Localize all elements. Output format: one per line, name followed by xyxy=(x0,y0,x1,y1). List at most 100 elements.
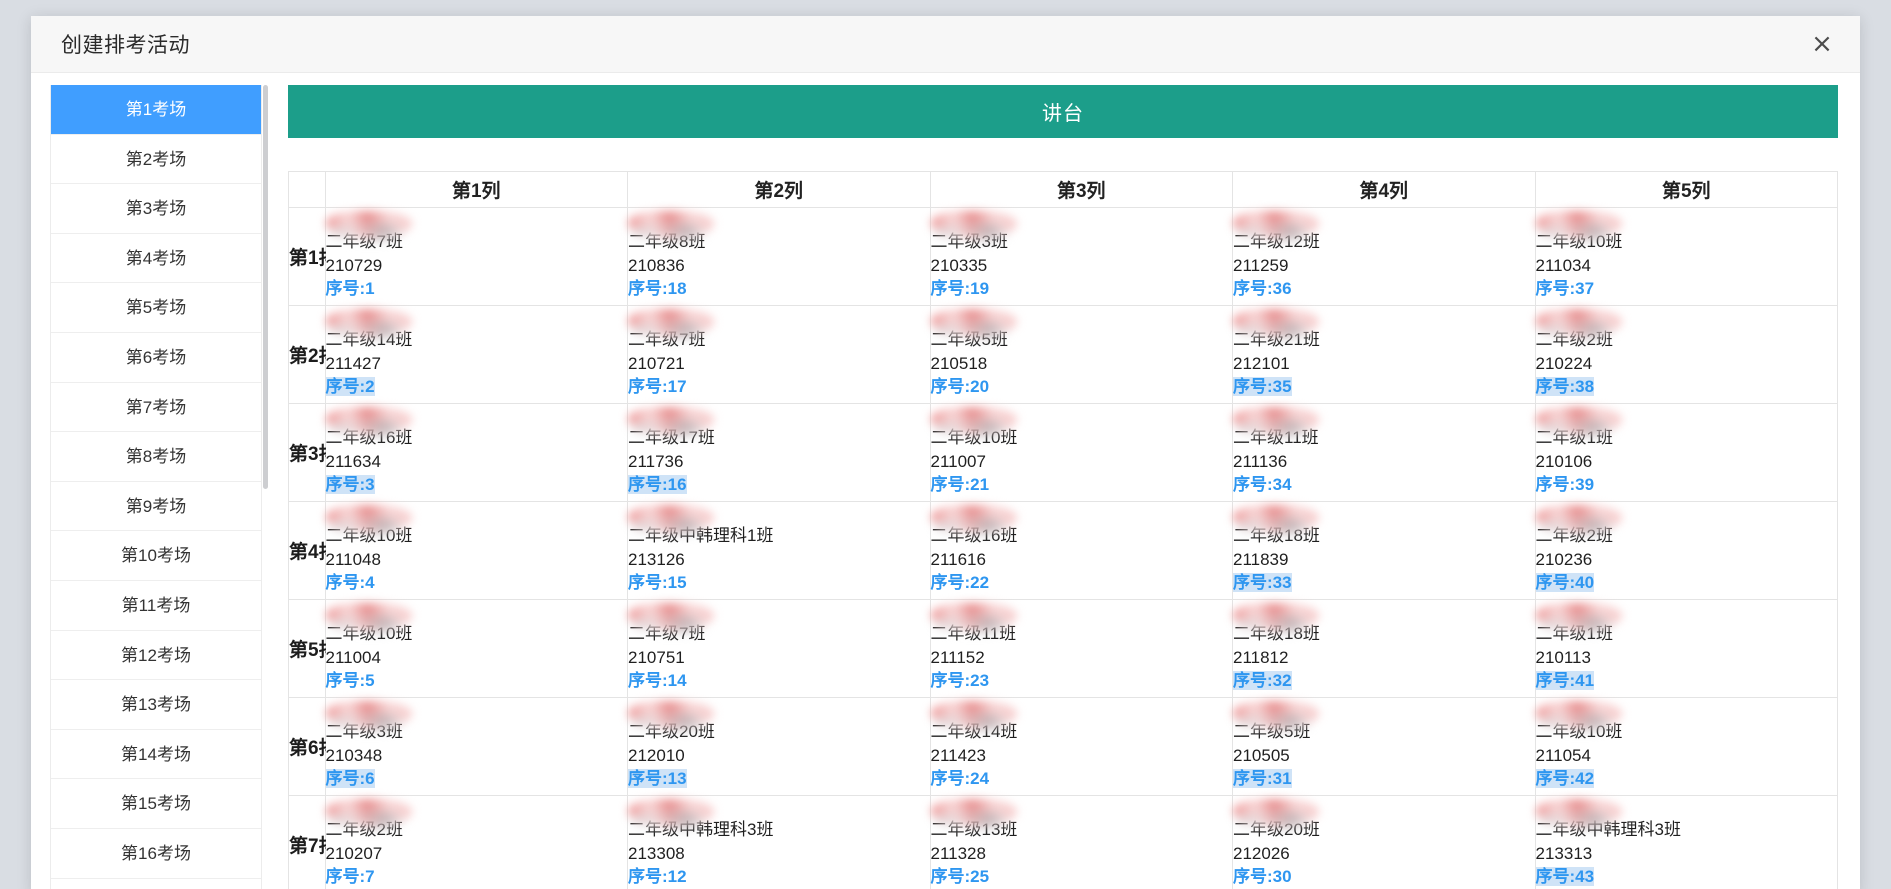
seat-cell-r1-c3[interactable]: 二年级3班 210335 序号:19 xyxy=(930,207,1233,306)
seat-info: 二年级17班 211736 序号:16 xyxy=(628,407,930,496)
sidebar-item-room-9[interactable]: 第9考场 xyxy=(51,481,261,532)
seat-cell-r4-c5[interactable]: 二年级2班 210236 序号:40 xyxy=(1535,501,1838,600)
seat-cell-r3-c5[interactable]: 二年级1班 210106 序号:39 xyxy=(1535,403,1838,502)
sidebar-item-room-14[interactable]: 第14考场 xyxy=(51,729,261,780)
seat-cell-r7-c5[interactable]: 二年级中韩理科3班 213313 序号:43 xyxy=(1535,795,1838,889)
student-name-redacted xyxy=(628,211,716,242)
seat-cell-r3-c2[interactable]: 二年级17班 211736 序号:16 xyxy=(627,403,931,502)
redaction-blur-secondary-icon xyxy=(1539,223,1614,242)
seat-cell-r7-c1[interactable]: 二年级2班 210207 序号:7 xyxy=(325,795,628,889)
redaction-blur-secondary-icon xyxy=(329,321,404,340)
sidebar-item-room-7[interactable]: 第7考场 xyxy=(51,382,261,433)
seat-cell-r5-c1[interactable]: 二年级10班 211004 序号:5 xyxy=(325,599,628,698)
seatmap-row: 第3排 二年级16班 211634 序号:3 二年级17班 211736 序号:16 二年级1… xyxy=(289,403,1838,502)
seat-info: 二年级5班 210505 序号:31 xyxy=(1233,701,1535,790)
student-id: 211812 xyxy=(1233,647,1289,667)
seat-cell-r5-c4[interactable]: 二年级18班 211812 序号:32 xyxy=(1232,599,1536,698)
seat-cell-r5-c3[interactable]: 二年级11班 211152 序号:23 xyxy=(930,599,1233,698)
sidebar-item-room-2[interactable]: 第2考场 xyxy=(51,134,261,185)
sidebar-item-room-10[interactable]: 第10考场 xyxy=(51,531,261,581)
redaction-blur-secondary-icon xyxy=(934,223,1009,242)
sidebar-scrollbar-thumb[interactable] xyxy=(263,85,268,489)
seat-cell-r1-c4[interactable]: 二年级12班 211259 序号:36 xyxy=(1232,207,1536,306)
seat-cell-r3-c4[interactable]: 二年级11班 211136 序号:34 xyxy=(1232,403,1536,502)
sidebar-item-room-11[interactable]: 第11考场 xyxy=(51,580,261,631)
seat-cell-r6-c3[interactable]: 二年级14班 211423 序号:24 xyxy=(930,697,1233,796)
student-name-redacted xyxy=(930,603,1019,634)
redaction-blur-secondary-icon xyxy=(632,713,706,732)
seat-cell-r4-c3[interactable]: 二年级16班 211616 序号:22 xyxy=(930,501,1233,600)
seat-info: 二年级10班 211054 序号:42 xyxy=(1535,701,1838,790)
student-seq-number: 序号:17 xyxy=(628,377,687,397)
seat-info: 二年级7班 210729 序号:1 xyxy=(325,211,628,300)
seat-info: 二年级16班 211634 序号:3 xyxy=(325,407,628,496)
seat-cell-r4-c1[interactable]: 二年级10班 211048 序号:4 xyxy=(325,501,628,600)
student-id: 211328 xyxy=(930,843,986,863)
student-seq-number: 序号:39 xyxy=(1535,475,1595,495)
seat-cell-r7-c3[interactable]: 二年级13班 211328 序号:25 xyxy=(930,795,1233,889)
student-id: 210207 xyxy=(325,843,383,863)
seat-cell-r2-c2[interactable]: 二年级7班 210721 序号:17 xyxy=(627,305,931,404)
seat-cell-r2-c1[interactable]: 二年级14班 211427 序号:2 xyxy=(325,305,628,404)
student-id: 211423 xyxy=(930,745,986,765)
seat-cell-r2-c5[interactable]: 二年级2班 210224 序号:38 xyxy=(1535,305,1838,404)
seat-cell-r6-c2[interactable]: 二年级20班 212010 序号:13 xyxy=(627,697,931,796)
sidebar-item-room-4[interactable]: 第4考场 xyxy=(51,233,261,284)
seatmap-scroll-area[interactable]: 第1列 第2列 第3列 第4列 第5列 第1排 二年级7班 210729 序号:1 二年级8班 2… xyxy=(288,171,1838,889)
student-name-redacted xyxy=(325,799,414,830)
sidebar-scrollbar[interactable] xyxy=(263,85,268,889)
seat-cell-r6-c5[interactable]: 二年级10班 211054 序号:42 xyxy=(1535,697,1838,796)
sidebar-item-room-5[interactable]: 第5考场 xyxy=(51,283,261,333)
student-id: 211007 xyxy=(930,451,986,471)
seatmap-row: 第6排 二年级3班 210348 序号:6 二年级20班 212010 序号:13 二年级14… xyxy=(289,697,1838,796)
student-id: 213313 xyxy=(1535,843,1593,863)
seat-cell-r5-c5[interactable]: 二年级1班 210113 序号:41 xyxy=(1535,599,1838,698)
student-id: 211048 xyxy=(325,549,381,569)
seat-cell-r2-c3[interactable]: 二年级5班 210518 序号:20 xyxy=(930,305,1233,404)
seat-cell-r1-c5[interactable]: 二年级10班 211034 序号:37 xyxy=(1535,207,1838,306)
student-seq-number: 序号:7 xyxy=(325,867,375,887)
sidebar-item-room-12[interactable]: 第12考场 xyxy=(51,630,261,681)
sidebar-item-room-13[interactable]: 第13考场 xyxy=(51,680,261,730)
seat-cell-r7-c2[interactable]: 二年级中韩理科3班 213308 序号:12 xyxy=(627,795,931,889)
student-seq-number: 序号:25 xyxy=(930,867,990,887)
seat-cell-r7-c4[interactable]: 二年级20班 212026 序号:30 xyxy=(1232,795,1536,889)
seat-cell-r1-c1[interactable]: 二年级7班 210729 序号:1 xyxy=(325,207,628,306)
seat-cell-r4-c2[interactable]: 二年级中韩理科1班 213126 序号:15 xyxy=(627,501,931,600)
student-name-redacted xyxy=(1233,407,1321,438)
seat-cell-r6-c4[interactable]: 二年级5班 210505 序号:31 xyxy=(1232,697,1536,796)
close-icon[interactable]: × xyxy=(1806,28,1838,60)
seat-cell-r2-c4[interactable]: 二年级21班 212101 序号:35 xyxy=(1232,305,1536,404)
student-seq-number: 序号:5 xyxy=(325,671,375,691)
student-id: 210505 xyxy=(1233,745,1290,765)
student-id: 212010 xyxy=(628,745,685,765)
seat-info: 二年级18班 211812 序号:32 xyxy=(1233,603,1535,692)
sidebar-item-room-3[interactable]: 第3考场 xyxy=(51,184,261,234)
student-name-redacted xyxy=(628,505,716,536)
student-seq-number: 序号:21 xyxy=(930,475,990,495)
sidebar-item-room-8[interactable]: 第8考场 xyxy=(51,432,261,482)
student-name-redacted xyxy=(628,701,716,732)
student-name-redacted xyxy=(628,309,716,340)
redaction-blur-secondary-icon xyxy=(329,223,404,242)
seat-info: 二年级1班 210106 序号:39 xyxy=(1535,407,1838,496)
seat-cell-r3-c3[interactable]: 二年级10班 211007 序号:21 xyxy=(930,403,1233,502)
exam-room-sidebar[interactable]: 第1考场 第2考场 第3考场 第4考场 第5考场 第6考场 第7考场 第8考场 第9考场 第10考… xyxy=(50,85,262,889)
sidebar-item-room-6[interactable]: 第6考场 xyxy=(51,332,261,383)
seat-cell-r6-c1[interactable]: 二年级3班 210348 序号:6 xyxy=(325,697,628,796)
sidebar-item-room-15[interactable]: 第15考场 xyxy=(51,779,261,829)
seat-cell-r4-c4[interactable]: 二年级18班 211839 序号:33 xyxy=(1232,501,1536,600)
dialog-header: 创建排考活动 × xyxy=(31,16,1860,73)
seat-info: 二年级3班 210348 序号:6 xyxy=(325,701,628,790)
student-seq-number: 序号:37 xyxy=(1535,279,1595,299)
sidebar-item-room-1[interactable]: 第1考场 xyxy=(51,85,261,135)
student-name-redacted xyxy=(1535,799,1624,830)
student-name-redacted xyxy=(930,799,1019,830)
seat-cell-r3-c1[interactable]: 二年级16班 211634 序号:3 xyxy=(325,403,628,502)
sidebar-item-room-16[interactable]: 第16考场 xyxy=(51,828,261,879)
seat-cell-r5-c2[interactable]: 二年级7班 210751 序号:14 xyxy=(627,599,931,698)
seatmap-row: 第7排 二年级2班 210207 序号:7 二年级中韩理科3班 213308 序号:12 二年… xyxy=(289,795,1838,889)
student-id: 210335 xyxy=(930,255,988,275)
seat-cell-r1-c2[interactable]: 二年级8班 210836 序号:18 xyxy=(627,207,931,306)
seat-info: 二年级2班 210207 序号:7 xyxy=(325,799,628,888)
